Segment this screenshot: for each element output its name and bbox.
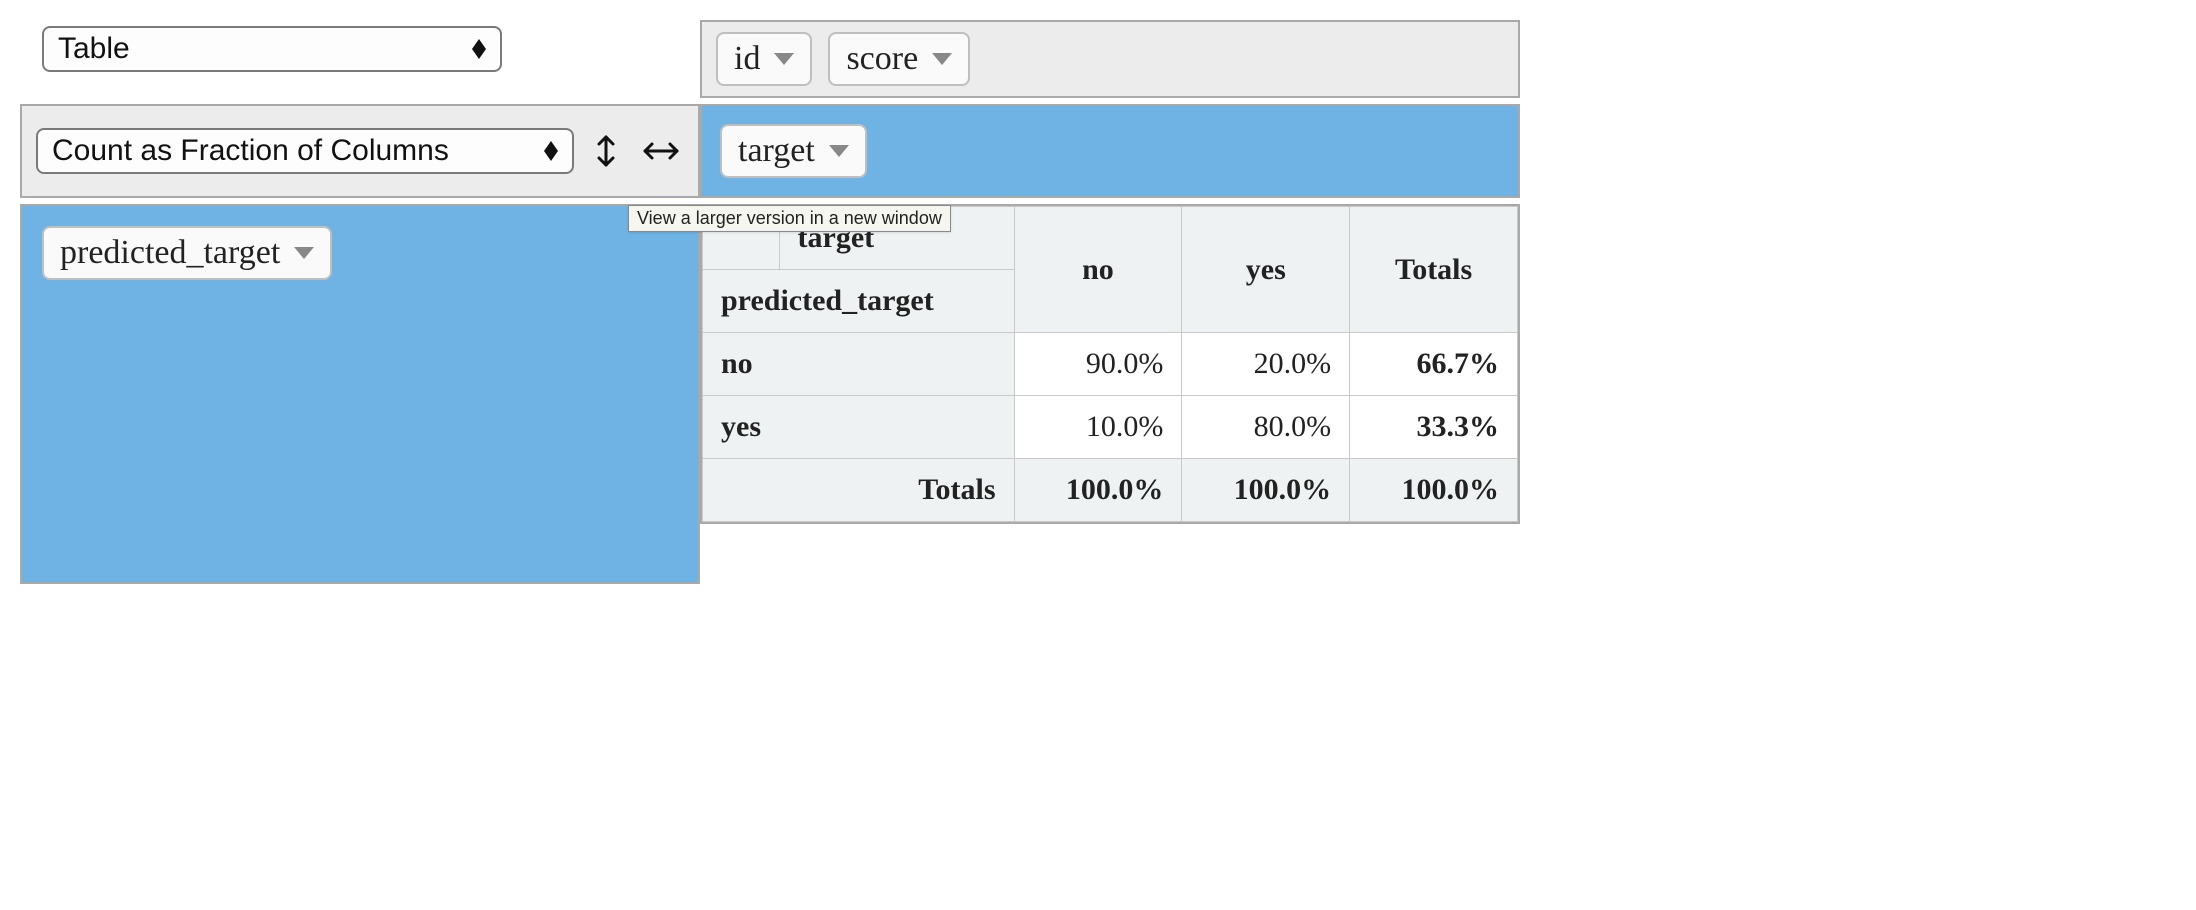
field-chip-label: target <box>738 132 815 170</box>
pivot-output: View a larger version in a new window ta… <box>700 204 1520 524</box>
field-chip-label: score <box>846 40 918 78</box>
select-arrows-icon <box>472 39 486 59</box>
unused-fields-area[interactable]: id score <box>700 20 1520 98</box>
caret-down-icon <box>774 53 794 65</box>
caret-down-icon <box>829 145 849 157</box>
col-total: 100.0% <box>1014 459 1182 522</box>
tooltip: View a larger version in a new window <box>628 205 951 232</box>
caret-down-icon <box>932 53 952 65</box>
cell-value: 90.0% <box>1014 333 1182 396</box>
cell-value: 10.0% <box>1014 396 1182 459</box>
col-total: 100.0% <box>1182 459 1350 522</box>
table-row: yes 10.0% 80.0% 33.3% <box>703 396 1518 459</box>
field-chip-predicted-target[interactable]: predicted_target <box>42 226 332 280</box>
pivot-table: target no yes Totals predicted_target no… <box>702 206 1518 522</box>
grand-total: 100.0% <box>1350 459 1518 522</box>
field-chip-score[interactable]: score <box>828 32 970 86</box>
col-header-yes: yes <box>1182 207 1350 333</box>
field-chip-label: predicted_target <box>60 234 280 272</box>
table-row: no 90.0% 20.0% 66.7% <box>703 333 1518 396</box>
sort-cols-icon[interactable] <box>638 138 684 164</box>
aggregator-area: Count as Fraction of Columns <box>20 104 700 198</box>
cell-value: 20.0% <box>1182 333 1350 396</box>
caret-down-icon <box>294 247 314 259</box>
aggregator-select-value: Count as Fraction of Columns <box>52 134 449 168</box>
select-arrows-icon <box>544 141 558 161</box>
sort-rows-icon[interactable] <box>590 132 622 170</box>
renderer-select[interactable]: Table <box>42 26 502 72</box>
field-chip-id[interactable]: id <box>716 32 812 86</box>
totals-row: Totals 100.0% 100.0% 100.0% <box>703 459 1518 522</box>
aggregator-select[interactable]: Count as Fraction of Columns <box>36 128 574 174</box>
field-chip-label: id <box>734 40 760 78</box>
col-header-no: no <box>1014 207 1182 333</box>
row-axis-label: predicted_target <box>703 270 1015 333</box>
row-fields-area[interactable]: predicted_target <box>20 204 700 584</box>
row-header: no <box>703 333 1015 396</box>
column-fields-area[interactable]: target <box>700 104 1520 198</box>
col-header-totals: Totals <box>1350 207 1518 333</box>
row-total: 66.7% <box>1350 333 1518 396</box>
cell-value: 80.0% <box>1182 396 1350 459</box>
field-chip-target[interactable]: target <box>720 124 867 178</box>
totals-label: Totals <box>703 459 1015 522</box>
row-total: 33.3% <box>1350 396 1518 459</box>
renderer-select-value: Table <box>58 32 130 66</box>
row-header: yes <box>703 396 1015 459</box>
